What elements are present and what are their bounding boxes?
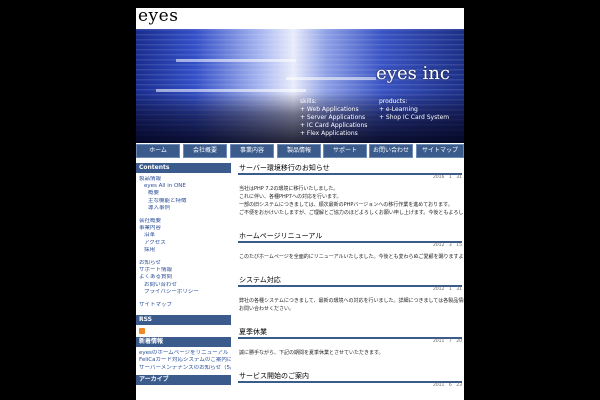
- post-title[interactable]: システム対応: [238, 275, 464, 285]
- nav-products[interactable]: 製品情報: [277, 144, 321, 158]
- news-heading: 新着情報: [136, 337, 231, 348]
- nav-contact[interactable]: お問い合わせ: [369, 144, 413, 158]
- sidebar-link[interactable]: 導入事例: [136, 205, 231, 212]
- post-body: 弊社の各種システムにつきまして、最新の環境への対応を行いました。詳細につきまして…: [238, 293, 464, 313]
- sidebar-link[interactable]: お問い合わせ: [136, 282, 231, 289]
- main-nav: ホーム 会社概要 事業内容 製品情報 サポート お問い合わせ サイトマップ: [136, 144, 464, 159]
- contents-heading: Contents: [136, 163, 231, 173]
- sidebar-link[interactable]: 主な機能と特徴: [136, 198, 231, 205]
- sidebar-link[interactable]: 概要: [136, 190, 231, 197]
- post: サーバー環境移行のお知らせ 2016 1 31 当社はPHP 7.2の環境に移行…: [238, 163, 464, 217]
- nav-support[interactable]: サポート: [323, 144, 367, 158]
- banner-streak: [156, 89, 306, 92]
- post-date: 2011 6 23: [432, 383, 462, 388]
- sidebar: Contents 製品情報 eyes All in ONE 概要 主な機能と特徴…: [136, 163, 231, 388]
- rss-icon[interactable]: [139, 328, 145, 335]
- news-link[interactable]: FeliCaカード対応システムのご案内について: [136, 357, 231, 364]
- post-line: 弊社の各種システムにつきまして、最新の環境への対応を行いました。詳細につきまして…: [239, 298, 464, 304]
- sidebar-link[interactable]: プライバシーポリシー: [136, 289, 231, 296]
- banner-streak: [176, 59, 296, 62]
- products-title: products:: [379, 98, 408, 105]
- banner-streak: [286, 77, 376, 80]
- post-title[interactable]: 夏季休業: [238, 327, 464, 337]
- post-title[interactable]: サービス開始のご案内: [238, 371, 464, 381]
- skills-title: skills:: [300, 98, 317, 105]
- nav-sitemap[interactable]: サイトマップ: [416, 144, 464, 158]
- post-line: 誠に勝手ながら、下記の期間を夏季休業とさせていただきます。: [239, 350, 384, 356]
- main-content: サーバー環境移行のお知らせ 2016 1 31 当社はPHP 7.2の環境に移行…: [238, 163, 464, 400]
- products-list: products: + e-Learning + Shop IC Card Sy…: [379, 98, 449, 122]
- site-logo[interactable]: eyes: [138, 8, 178, 26]
- post-body: 当社はPHP 7.2の環境に移行いたしました。 これに伴い、各種PHP7への対応…: [238, 181, 464, 217]
- skill-item: + Server Applications: [300, 114, 366, 121]
- product-item: + Shop IC Card System: [379, 114, 450, 121]
- sidebar-link[interactable]: サポート情報: [136, 267, 231, 274]
- sidebar-link[interactable]: eyes All in ONE: [136, 183, 231, 190]
- sidebar-link[interactable]: 製品情報: [136, 176, 231, 183]
- nav-company[interactable]: 会社概要: [183, 144, 227, 158]
- post-line: このたびホームページを全面的にリニューアルいたしました。今後とも変わらぬご愛顧を…: [239, 254, 464, 260]
- post-title[interactable]: ホームページリニューアル: [238, 231, 464, 241]
- sidebar-link[interactable]: アクセス: [136, 240, 231, 247]
- post-line: 当社はPHP 7.2の環境に移行いたしました。: [239, 186, 339, 192]
- post-body: 誠に勝手ながら、下記の期間を夏季休業とさせていただきます。: [238, 345, 464, 357]
- post-line: 一部の旧システムにつきましては、順次最新のPHPバージョンへの移行作業を進めてお…: [239, 202, 453, 208]
- post-line: これに伴い、各種PHP7への対応を行います。: [239, 194, 342, 200]
- post: システム対応 2012 1 31 弊社の各種システムにつきまして、最新の環境への…: [238, 275, 464, 313]
- skill-item: + Web Applications: [300, 106, 359, 113]
- archive-heading: アーカイブ: [136, 374, 231, 385]
- brand-name: eyes inc: [376, 63, 450, 84]
- news-link[interactable]: サーバーメンテナンスのお知らせ（5/10）: [136, 365, 231, 372]
- post-body: このたびホームページを全面的にリニューアルいたしました。今後とも変わらぬご愛顧を…: [238, 249, 464, 261]
- post-line: お問い合わせください。: [239, 306, 295, 312]
- skills-list: skills: + Web Applications + Server Appl…: [300, 98, 367, 138]
- post-title[interactable]: サーバー環境移行のお知らせ: [238, 163, 464, 173]
- sidebar-link[interactable]: お知らせ: [136, 260, 231, 267]
- post-line: ご不便をおかけいたしますが、ご理解とご協力のほどよろしくお願い申し上げます。今後…: [239, 210, 464, 216]
- post: 夏季休業 2011 7 20 誠に勝手ながら、下記の期間を夏季休業とさせていただ…: [238, 327, 464, 357]
- news-link[interactable]: eyesのホームページをリニューアル: [136, 350, 231, 357]
- product-item: + e-Learning: [379, 106, 418, 113]
- logo-bar: eyes: [136, 8, 464, 28]
- nav-home[interactable]: ホーム: [136, 144, 180, 158]
- sidebar-link[interactable]: サイトマップ: [136, 302, 231, 309]
- sidebar-link[interactable]: 採用: [136, 247, 231, 254]
- rss-heading: RSS: [136, 315, 231, 326]
- sidebar-link[interactable]: よくある質問: [136, 274, 231, 281]
- page: eyes eyes inc skills: + Web Applications…: [136, 8, 464, 400]
- post: サービス開始のご案内 2011 6 23: [238, 371, 464, 389]
- sidebar-link[interactable]: 沿革: [136, 232, 231, 239]
- post: ホームページリニューアル 2012 3 15 このたびホームページを全面的にリニ…: [238, 231, 464, 261]
- sidebar-link[interactable]: 会社概要: [136, 218, 231, 225]
- skill-item: + Flex Applications: [300, 130, 358, 137]
- header-banner: eyes inc skills: + Web Applications + Se…: [136, 29, 464, 143]
- sidebar-link[interactable]: 事業内容: [136, 225, 231, 232]
- nav-business[interactable]: 事業内容: [230, 144, 274, 158]
- skill-item: + IC Card Applications: [300, 122, 368, 129]
